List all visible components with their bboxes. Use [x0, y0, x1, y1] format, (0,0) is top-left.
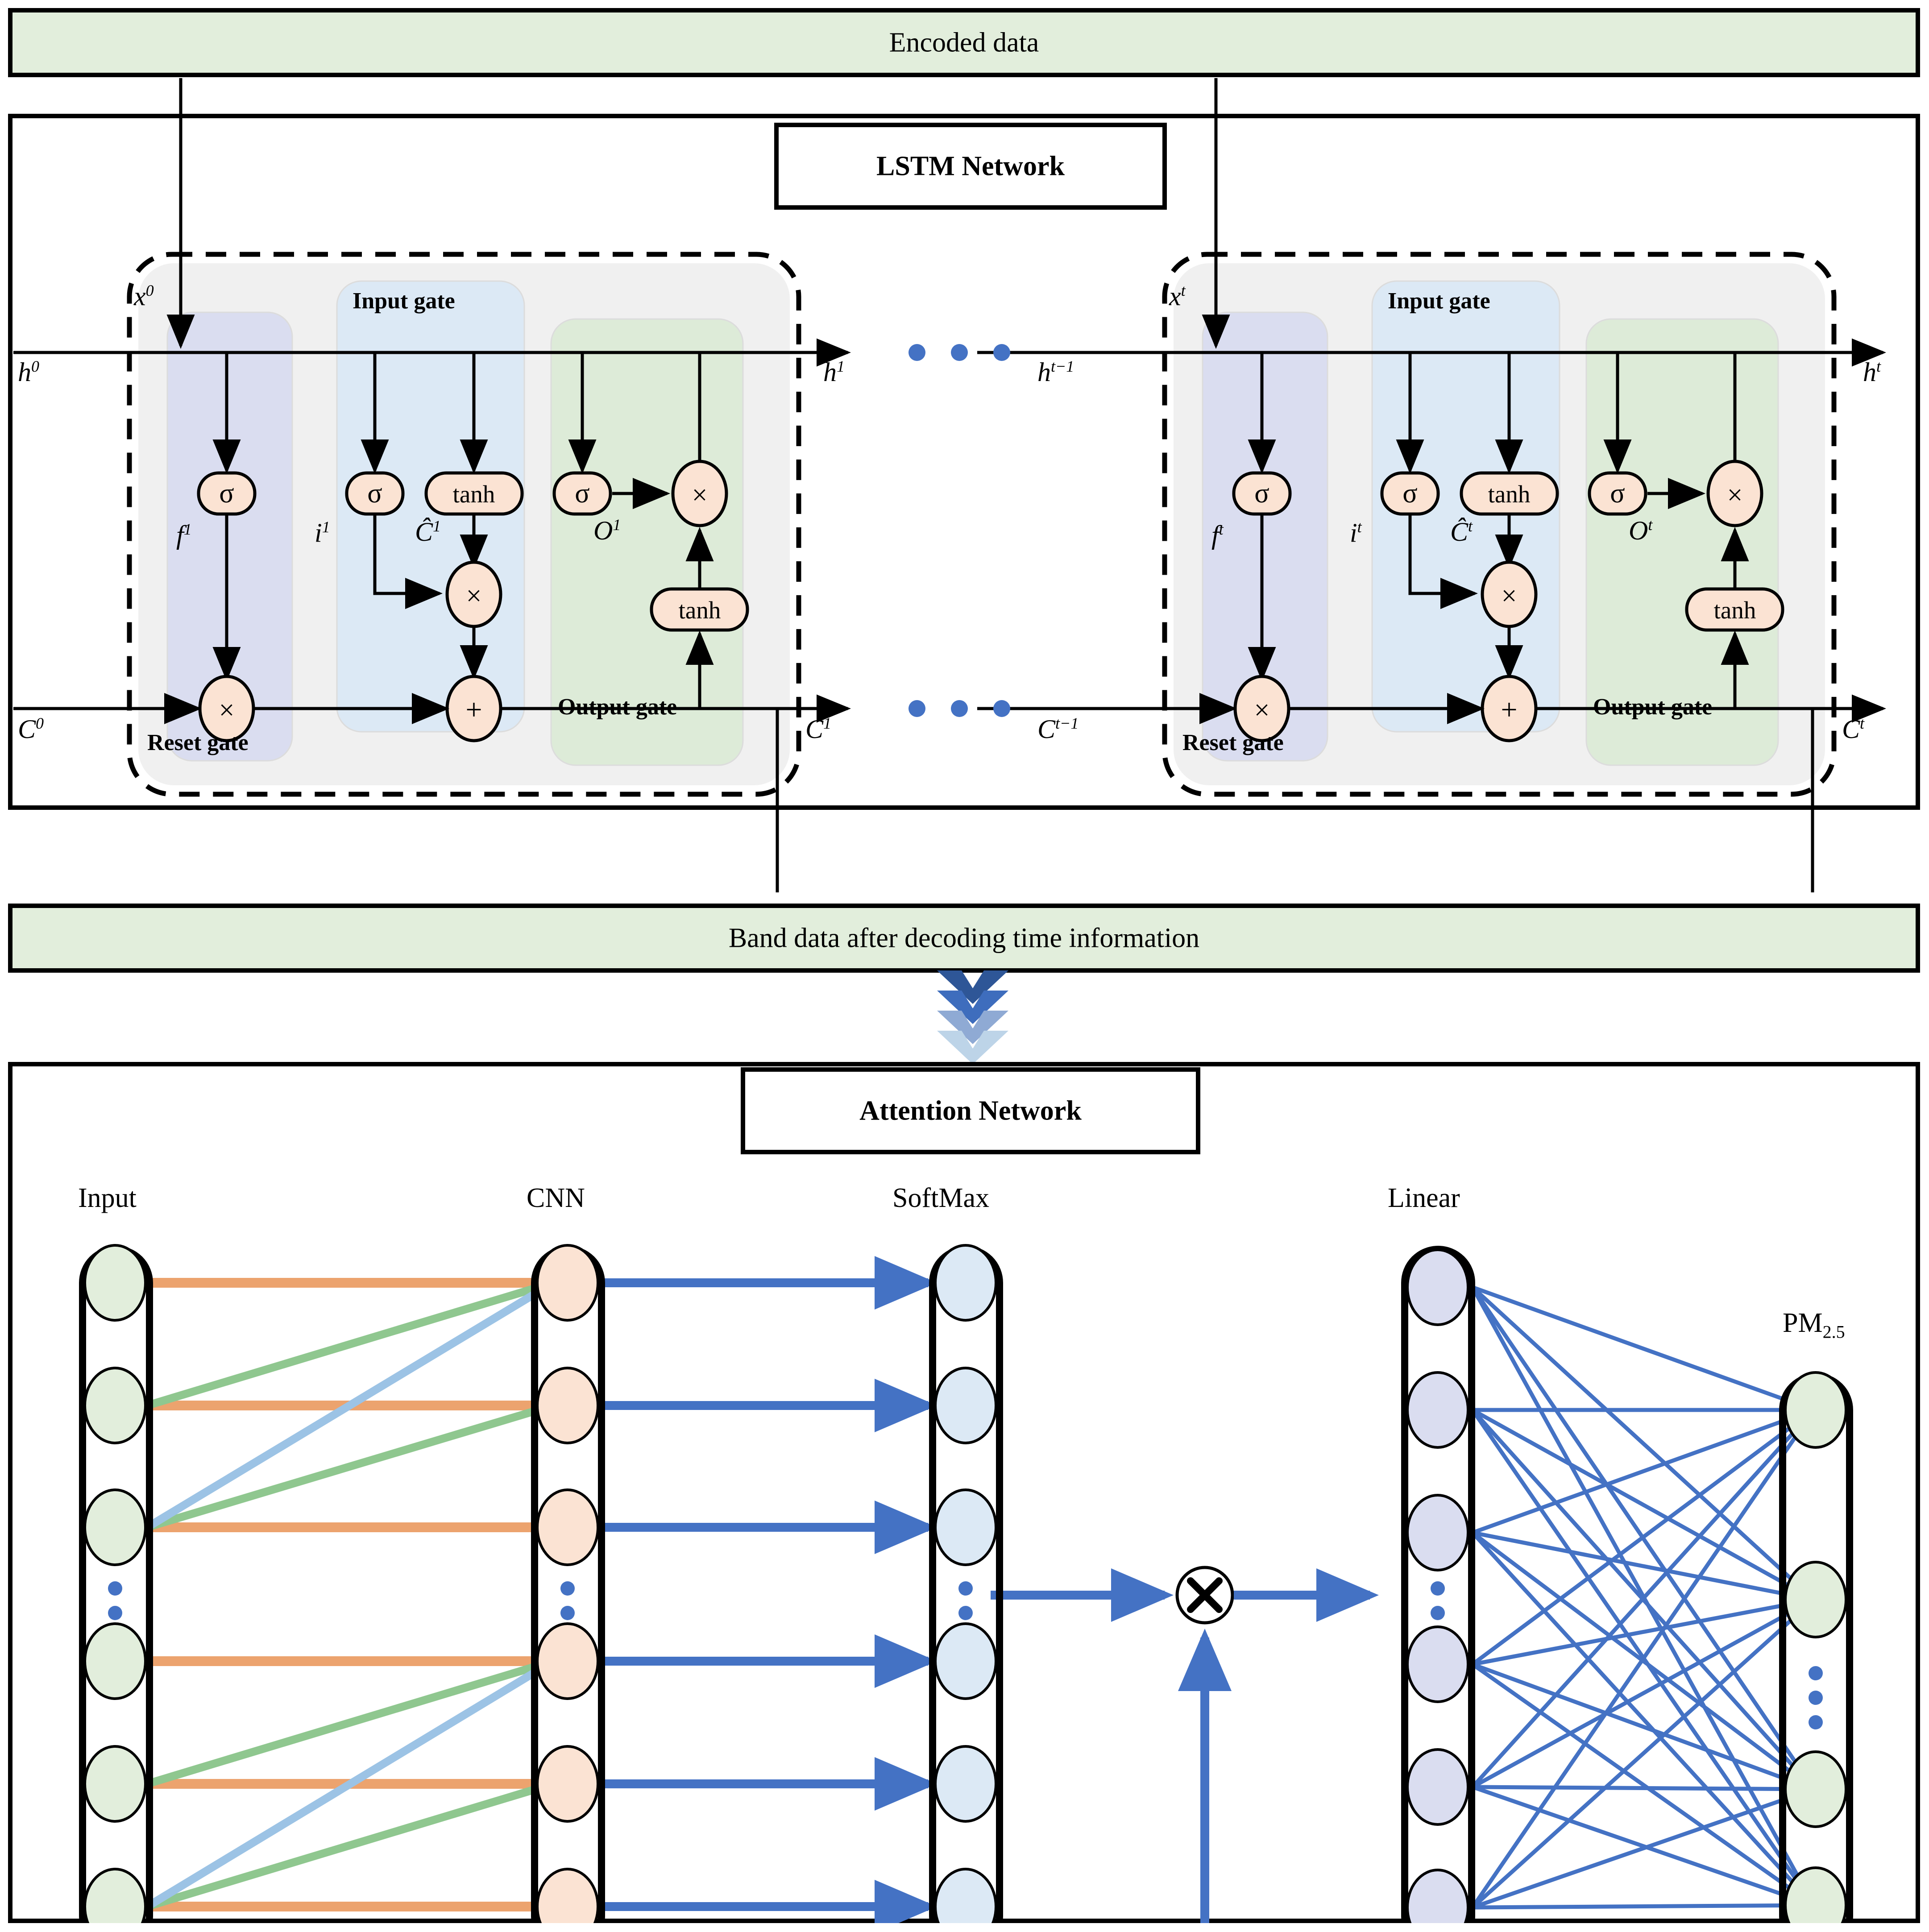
input-sigma-glyph: σ [1402, 478, 1417, 509]
layer-label-input: Input [78, 1183, 137, 1213]
cell0-f-label: f1 [176, 520, 192, 550]
pm25-node [1784, 1371, 1847, 1449]
linear-node [1406, 1371, 1469, 1449]
cellt-c-out-label: Ct [1842, 714, 1865, 744]
band-data-label: Band data after decoding time informatio… [728, 923, 1200, 953]
cell0-x-label: x0 [134, 282, 154, 311]
layer-softmax [929, 1244, 1003, 1923]
input-tanh-glyph: tanh [453, 481, 495, 508]
cell0-i-label: i1 [315, 518, 330, 547]
linear-pm25-links [1471, 1285, 1816, 1910]
cell-gap-ellipsis-bottom [908, 700, 1010, 717]
cell0-h-out-label: h1 [823, 357, 845, 387]
cnn-node [536, 1244, 599, 1322]
softmax-node [934, 1244, 997, 1322]
cell0-h-in-label: h0 [18, 357, 39, 387]
layer-pm25 [1779, 1371, 1853, 1923]
linear-node [1406, 1248, 1469, 1326]
softmax-node [934, 1367, 997, 1444]
input-node [83, 1745, 147, 1823]
input-tanh-glyph: tanh [1488, 481, 1531, 508]
output-multiply-glyph: × [692, 480, 708, 510]
input-node [83, 1622, 147, 1700]
cnn-node [536, 1745, 599, 1823]
output-sigma-glyph: σ [575, 478, 589, 509]
cellt-input-gate-label: Input gate [1388, 288, 1490, 314]
softmax-node [934, 1745, 997, 1823]
lstm-diagram-svg: σ × σ tanh × + σ × tanh σ × σ tanh × + σ… [13, 78, 1886, 892]
cellt-chat-label: Ĉt [1450, 517, 1473, 547]
input-node [83, 1488, 147, 1566]
cellt-h-in-label: ht−1 [1037, 357, 1074, 387]
layer-input [79, 1244, 153, 1923]
cell0-c-out-label: C1 [805, 714, 832, 744]
layer-linear [1401, 1246, 1475, 1923]
figure-root: Encoded data LSTM Network σ × σ tanh × +… [0, 0, 1929, 1932]
input-multiply-glyph: × [466, 581, 482, 611]
layer-label-linear: Linear [1388, 1183, 1460, 1213]
cellt-c-in-label: Ct−1 [1037, 714, 1079, 744]
cell0-input-gate-label: Input gate [353, 288, 455, 314]
layer-label-softmax: SoftMax [892, 1183, 989, 1213]
pm25-node [1784, 1561, 1847, 1638]
cellt-output-gate-label: Output gate [1593, 694, 1713, 720]
output-multiply-glyph: × [1727, 480, 1743, 510]
softmax-multiply-linear-path [991, 1566, 1379, 1901]
band-data-band: Band data after decoding time informatio… [8, 904, 1920, 973]
input-sigma-glyph: σ [367, 478, 382, 509]
cell0-reset-gate-label: Reset gate [147, 730, 249, 755]
linear-node [1406, 1494, 1469, 1571]
linear-node [1406, 1625, 1469, 1703]
output-tanh-glyph: tanh [679, 597, 721, 624]
layer-label-cnn: CNN [527, 1183, 585, 1213]
output-sigma-glyph: σ [1610, 478, 1625, 509]
forget-multiply-glyph: × [1254, 695, 1270, 726]
input-cnn-links [142, 1278, 558, 1911]
reset-sigma-glyph: σ [1254, 478, 1269, 509]
input-node [83, 1868, 147, 1923]
cellt-x-label: xt [1169, 282, 1186, 311]
forget-multiply-glyph: × [219, 695, 235, 726]
cellt-o-label: Ot [1629, 516, 1653, 545]
cell-plus-glyph: + [465, 693, 482, 726]
cell0-chat-label: Ĉ1 [415, 517, 441, 547]
output-tanh-glyph: tanh [1714, 597, 1756, 624]
cnn-node [536, 1488, 599, 1566]
chevron-stack [937, 970, 1008, 1064]
cellt-reset-gate-label: Reset gate [1182, 730, 1284, 755]
softmax-node [934, 1868, 997, 1923]
lstm-cell-0: σ × σ tanh × + σ × tanh [13, 78, 851, 892]
softmax-node [934, 1622, 997, 1700]
cell-plus-glyph: + [1501, 693, 1517, 726]
cell0-output-gate-label: Output gate [558, 694, 677, 720]
linear-node [1406, 1869, 1469, 1923]
layer-cnn [531, 1244, 605, 1923]
cell-gap-ellipsis-top [908, 344, 1010, 361]
lstm-cell-t: σ × σ tanh × + σ × tanh [977, 78, 1886, 892]
cell0-c-in-label: C0 [18, 714, 44, 744]
input-multiply-glyph: × [1502, 581, 1517, 611]
linear-node [1406, 1748, 1469, 1826]
cnn-node [536, 1367, 599, 1444]
cnn-softmax-arrows [600, 1256, 937, 1923]
reset-sigma-glyph: σ [219, 478, 234, 509]
input-node [83, 1244, 147, 1322]
cnn-node [536, 1868, 599, 1923]
cellt-h-out-label: ht [1863, 357, 1881, 387]
layer-label-pm25: PM2.5 [1783, 1308, 1845, 1342]
pm25-node [1784, 1750, 1847, 1828]
cellt-f-label: ft [1211, 520, 1224, 550]
softmax-node [934, 1488, 997, 1566]
cell0-o-label: O1 [593, 516, 621, 545]
cellt-i-label: it [1350, 518, 1362, 547]
cnn-node [536, 1622, 599, 1700]
input-node [83, 1367, 147, 1444]
